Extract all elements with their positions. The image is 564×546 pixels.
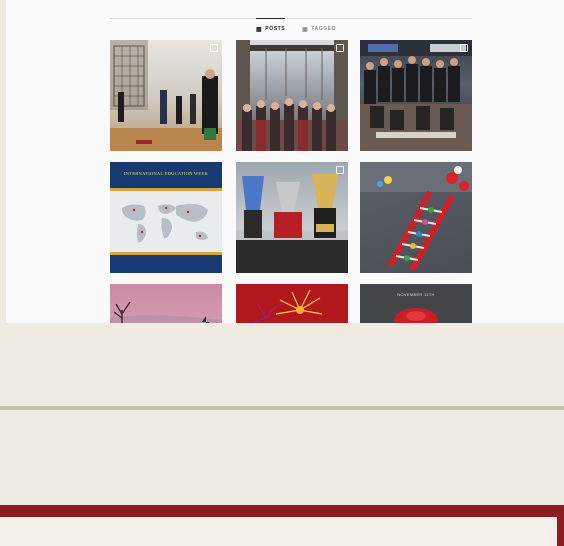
post-image-poppy — [394, 308, 438, 323]
post-image-trophies — [236, 174, 348, 273]
post-image-gym — [110, 40, 222, 151]
post-image-gate-group — [236, 40, 348, 151]
post-tile[interactable] — [110, 284, 222, 323]
tab-tagged[interactable]: ▣ TAGGED — [302, 19, 336, 39]
post-tile[interactable] — [236, 162, 348, 273]
post-tile[interactable] — [360, 162, 472, 273]
grid-icon: ▦ — [256, 26, 263, 33]
banner-stripe — [110, 188, 222, 191]
tag-icon: ▣ — [302, 26, 309, 33]
post-tile[interactable] — [236, 40, 348, 151]
multiple-photos-icon — [460, 44, 468, 52]
posts-grid: INTERNATIONAL EDUCATION WEEK NOVEMBER 11… — [110, 40, 472, 323]
world-map-image — [122, 203, 208, 243]
post-tile[interactable] — [110, 40, 222, 151]
multiple-photos-icon — [336, 166, 344, 174]
multiple-photos-icon — [210, 44, 218, 52]
footer-bar — [0, 505, 564, 546]
tab-posts-label: POSTS — [265, 26, 286, 32]
post-image-club-group — [360, 40, 472, 151]
footer-content-panel — [0, 517, 557, 546]
post-tile[interactable]: NOVEMBER 11TH — [360, 284, 472, 323]
post-tile[interactable] — [236, 284, 348, 323]
banner-footer — [110, 252, 222, 273]
post-tile[interactable]: INTERNATIONAL EDUCATION WEEK — [110, 162, 222, 273]
post-image-red-fireworks — [253, 289, 323, 323]
post-caption-text: INTERNATIONAL EDUCATION WEEK — [124, 171, 208, 176]
post-tile[interactable] — [360, 40, 472, 151]
post-image-dna-model — [360, 162, 472, 272]
instagram-embed: ▦ POSTS ▣ TAGGED INTERNATIONAL EDUCATION… — [6, 0, 564, 323]
section-divider — [0, 406, 564, 410]
profile-tabs: ▦ POSTS ▣ TAGGED — [110, 18, 472, 39]
post-image-sunset — [110, 301, 222, 323]
tab-posts[interactable]: ▦ POSTS — [256, 18, 286, 39]
tab-tagged-label: TAGGED — [311, 26, 336, 32]
multiple-photos-icon — [336, 44, 344, 52]
